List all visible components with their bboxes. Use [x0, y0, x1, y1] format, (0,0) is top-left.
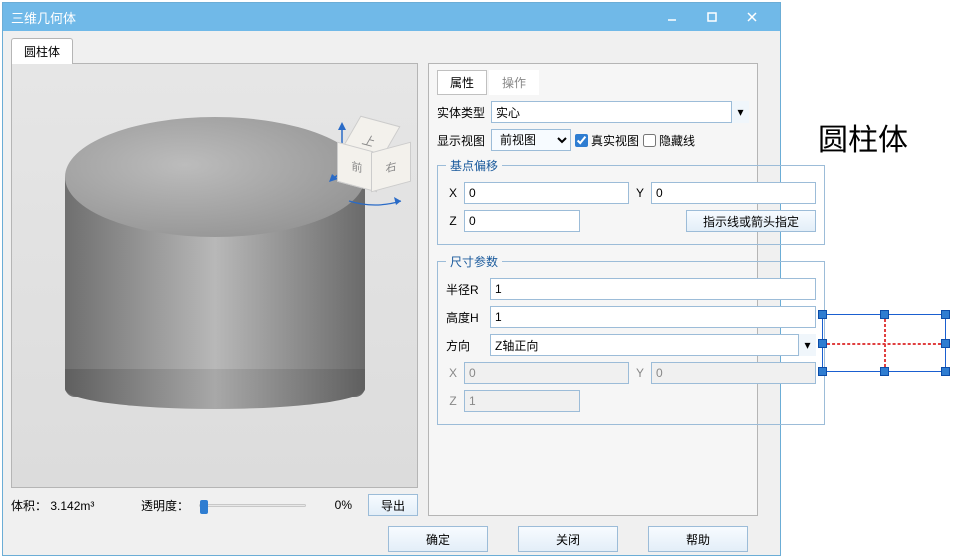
maximize-button[interactable] [692, 3, 732, 31]
external-label: 圆柱体 [818, 115, 908, 159]
external-selection-box[interactable] [818, 310, 950, 376]
viewport-3d[interactable]: 上 前 右 [11, 63, 418, 488]
x-label: X [446, 186, 460, 200]
titlebar: 三维几何体 [3, 3, 780, 31]
y-label: Y [633, 186, 647, 200]
help-button[interactable]: 帮助 [648, 526, 748, 552]
radius-label: 半径R [446, 281, 486, 298]
hidden-checkbox[interactable]: 隐藏线 [643, 132, 695, 149]
indicator-button[interactable]: 指示线或箭头指定 [686, 210, 816, 232]
basepoint-x-field[interactable] [464, 182, 629, 204]
close-button-bottom[interactable]: 关闭 [518, 526, 618, 552]
app-window: 三维几何体 圆柱体 [2, 2, 781, 556]
dir-y-field [651, 362, 816, 384]
solidtype-label: 实体类型 [437, 104, 487, 121]
opacity-slider[interactable] [199, 504, 306, 507]
radius-field[interactable] [490, 278, 816, 300]
rotate-arrow-icon [345, 195, 405, 209]
volume-readout: 体积： 3.142m³ [11, 497, 131, 514]
height-label: 高度H [446, 309, 486, 326]
y2-label: Y [633, 366, 647, 380]
basepoint-z-field[interactable] [464, 210, 580, 232]
tab-operations[interactable]: 操作 [489, 70, 539, 95]
dimensions-legend: 尺寸参数 [446, 253, 502, 270]
realview-checkbox[interactable]: 真实视图 [575, 132, 639, 149]
dir-x-field [464, 362, 629, 384]
tab-attributes[interactable]: 属性 [437, 70, 487, 95]
z-label: Z [446, 214, 460, 228]
basepoint-y-field[interactable] [651, 182, 816, 204]
direction-label: 方向 [446, 337, 486, 354]
close-button[interactable] [732, 3, 772, 31]
dropdown-arrow-icon[interactable]: ▾ [798, 334, 816, 356]
basepoint-group: 基点偏移 X Y Z 指示线或箭头指定 [437, 157, 825, 245]
direction-field[interactable] [490, 334, 798, 356]
cylinder-mesh [65, 177, 365, 397]
basepoint-legend: 基点偏移 [446, 157, 502, 174]
opacity-label: 透明度： [141, 497, 189, 514]
z2-label: Z [446, 394, 460, 408]
dir-z-field [464, 390, 580, 412]
view-select[interactable]: 前视图 [491, 129, 571, 151]
opacity-value: 0% [322, 498, 352, 512]
export-button[interactable]: 导出 [368, 494, 418, 516]
view-cube[interactable]: 上 前 右 [337, 119, 407, 199]
height-field[interactable] [490, 306, 816, 328]
ok-button[interactable]: 确定 [388, 526, 488, 552]
properties-panel: 属性 操作 实体类型 ▾ 显示视图 前视图 真实视图 隐藏线 基点偏移 X [428, 63, 758, 516]
view-label: 显示视图 [437, 132, 487, 149]
minimize-button[interactable] [652, 3, 692, 31]
window-title: 三维几何体 [11, 8, 652, 27]
dropdown-arrow-icon[interactable]: ▾ [731, 101, 749, 123]
dimensions-group: 尺寸参数 半径R 高度H 方向 ▾ X [437, 253, 825, 425]
tab-cylinder[interactable]: 圆柱体 [11, 38, 73, 64]
solidtype-field[interactable] [491, 101, 731, 123]
x2-label: X [446, 366, 460, 380]
tab-row: 圆柱体 [11, 37, 772, 63]
